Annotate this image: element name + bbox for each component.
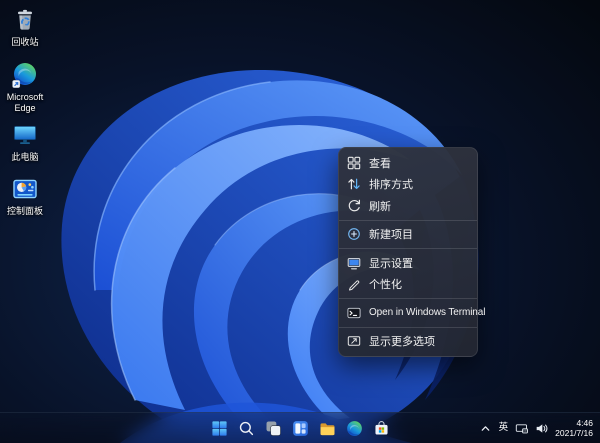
taskbar-file-explorer-button[interactable] xyxy=(315,417,339,440)
terminal-icon xyxy=(347,306,361,320)
chevron-up-icon[interactable] xyxy=(479,422,492,435)
menu-item-view[interactable]: 查看 xyxy=(341,152,475,174)
desktop-icon-microsoft-edge[interactable]: Microsoft Edge xyxy=(2,60,48,113)
search-icon xyxy=(238,420,255,437)
view-grid-icon xyxy=(347,156,361,170)
desktop-context-menu: 查看排序方式刷新新建项目显示设置个性化 Open in Windows Termi… xyxy=(338,147,478,357)
new-item-icon xyxy=(347,227,361,241)
clock-date: 2021/7/16 xyxy=(555,428,593,438)
edge-desktop-icon xyxy=(11,60,39,90)
menu-separator xyxy=(339,298,477,299)
menu-item-label: 新建项目 xyxy=(369,226,413,242)
sort-icon xyxy=(347,177,361,191)
widgets-icon xyxy=(292,420,309,437)
recycle-bin-icon xyxy=(11,5,39,35)
windows-11-desktop: 回收站 Microsoft Edge 此电脑控制面板 查看排序方式刷新新建项目显示设… xyxy=(0,0,600,443)
menu-item-refresh[interactable]: 刷新 xyxy=(341,195,475,217)
menu-item-label: 显示更多选项 xyxy=(369,333,435,349)
menu-separator xyxy=(339,248,477,249)
task-view-icon xyxy=(265,420,282,437)
taskbar-search-button[interactable] xyxy=(234,417,258,440)
this-pc-icon xyxy=(11,120,39,150)
speaker-icon[interactable] xyxy=(535,422,548,435)
desktop-icon-recycle-bin[interactable]: 回收站 xyxy=(2,5,48,48)
menu-item-display-settings[interactable]: 显示设置 xyxy=(341,252,475,274)
show-more-icon xyxy=(347,334,361,348)
menu-item-label: Open in Windows Terminal xyxy=(369,307,485,318)
menu-item-sort-by[interactable]: 排序方式 xyxy=(341,174,475,196)
clock[interactable]: 4:46 2021/7/16 xyxy=(555,418,593,438)
menu-item-new-item[interactable]: 新建项目 xyxy=(341,224,475,246)
menu-item-personalize[interactable]: 个性化 xyxy=(341,274,475,296)
control-panel-icon xyxy=(11,174,39,204)
store-icon xyxy=(373,420,390,437)
ime-indicator[interactable]: 英 xyxy=(499,423,509,433)
clock-time: 4:46 xyxy=(576,418,593,428)
taskbar-widgets-button[interactable] xyxy=(288,417,312,440)
taskbar-store-button[interactable] xyxy=(369,417,393,440)
personalize-icon xyxy=(347,277,361,291)
taskbar-start-button[interactable] xyxy=(207,417,231,440)
file-explorer-icon xyxy=(319,420,336,437)
menu-separator xyxy=(339,327,477,328)
menu-item-open-windows-terminal[interactable]: Open in Windows Terminal xyxy=(341,302,475,324)
start-icon xyxy=(211,420,228,437)
display-settings-icon xyxy=(347,256,361,270)
menu-item-label: 刷新 xyxy=(369,198,391,214)
taskbar: 英 4:46 2021/7/16 xyxy=(0,412,600,443)
desktop-icon-label: Microsoft Edge xyxy=(2,92,48,113)
taskbar-center-buttons xyxy=(207,413,393,443)
menu-item-label: 查看 xyxy=(369,155,391,171)
desktop-wallpaper xyxy=(0,0,600,443)
network-icon[interactable] xyxy=(515,422,528,435)
desktop-icon-label: 回收站 xyxy=(11,37,38,48)
menu-item-label: 显示设置 xyxy=(369,255,413,271)
desktop-icon-label: 此电脑 xyxy=(11,152,38,163)
refresh-icon xyxy=(347,199,361,213)
desktop-icon-label: 控制面板 xyxy=(7,206,43,217)
menu-item-label: 排序方式 xyxy=(369,176,413,192)
taskbar-edge-button[interactable] xyxy=(342,417,366,440)
menu-item-label: 个性化 xyxy=(369,276,402,292)
desktop-icon-control-panel[interactable]: 控制面板 xyxy=(2,174,48,217)
taskbar-task-view-button[interactable] xyxy=(261,417,285,440)
menu-item-show-more-options[interactable]: 显示更多选项 xyxy=(341,331,475,353)
desktop-icon-this-pc[interactable]: 此电脑 xyxy=(2,120,48,163)
system-tray: 英 4:46 2021/7/16 xyxy=(479,413,600,443)
edge-icon xyxy=(346,420,363,437)
menu-separator xyxy=(339,220,477,221)
